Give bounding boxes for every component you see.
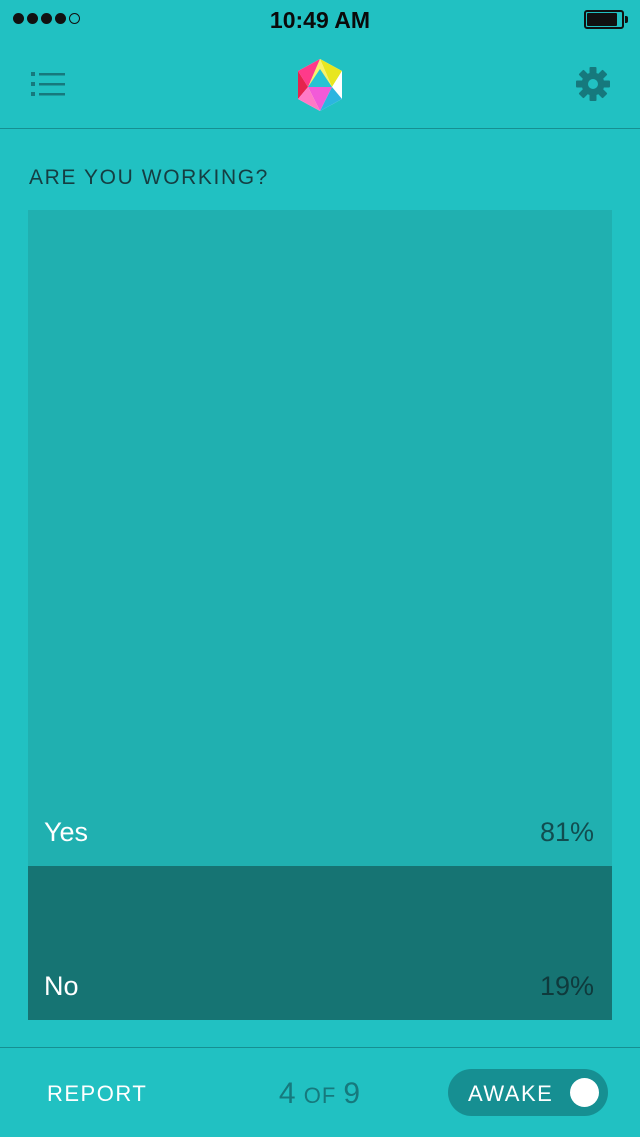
footer-bar: REPORT 4 OF 9 AWAKE	[0, 1047, 640, 1137]
page-of: OF	[303, 1083, 337, 1108]
page-current: 4	[278, 1077, 297, 1110]
icosahedron-logo	[298, 59, 342, 111]
bar-percent: 19%	[539, 971, 594, 1001]
bar-percent: 81%	[539, 817, 594, 847]
status-time: 10:49 AM	[269, 7, 371, 33]
page-total: 9	[343, 1077, 362, 1110]
gear-icon[interactable]	[576, 67, 610, 101]
bar-label: No	[44, 971, 79, 1001]
nav-bar	[0, 40, 640, 129]
bar-label: Yes	[44, 817, 89, 847]
toggle-knob	[570, 1078, 599, 1107]
poll-results-chart: Yes 81% No 19%	[28, 210, 612, 1020]
awake-label: AWAKE	[468, 1081, 554, 1106]
list-icon[interactable]	[31, 71, 65, 97]
awake-toggle[interactable]: AWAKE	[448, 1069, 608, 1116]
bar-yes[interactable]: Yes 81%	[28, 210, 612, 866]
question-title: ARE YOU WORKING?	[29, 166, 269, 189]
status-bar: 10:49 AM	[0, 0, 640, 40]
battery-icon	[584, 10, 628, 29]
bar-no[interactable]: No 19%	[28, 866, 612, 1020]
